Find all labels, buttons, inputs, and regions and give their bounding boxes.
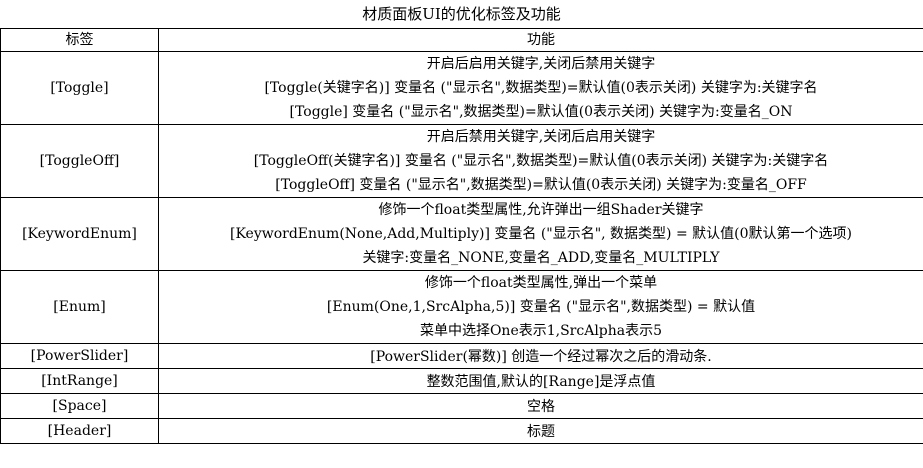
tag-cell: [ToggleOff] (0, 124, 159, 198)
function-line: [Enum(One,1,SrcAlpha,5)] 变量名 ("显示名",数据类型… (326, 299, 756, 315)
function-line: [ToggleOff] 变量名 ("显示名",数据类型)=默认值(0表示关闭) … (275, 177, 807, 193)
function-cell: 修饰一个float类型属性,允许弹出一组Shader关键字 [KeywordEn… (158, 197, 923, 271)
function-line: [ToggleOff(关键字名)] 变量名 ("显示名",数据类型)=默认值(0… (253, 153, 829, 169)
function-line: [KeywordEnum(None,Add,Multiply)] 变量名 ("显… (230, 226, 852, 242)
function-cell: 开启后禁用关键字,关闭后启用关键字 [ToggleOff(关键字名)] 变量名 … (158, 124, 923, 198)
function-cell: 空格 (158, 393, 923, 419)
tag-cell: [IntRange] (0, 368, 159, 394)
function-line: 修饰一个float类型属性,允许弹出一组Shader关键字 (378, 202, 704, 218)
function-line: [Toggle(关键字名)] 变量名 ("显示名",数据类型)=默认值(0表示关… (264, 80, 818, 96)
function-line: 开启后启用关键字,关闭后禁用关键字 (426, 56, 656, 72)
tag-cell: [Toggle] (0, 51, 159, 125)
table-row: [KeywordEnum] 修饰一个float类型属性,允许弹出一组Shader… (0, 197, 923, 271)
table-row: [ToggleOff] 开启后禁用关键字,关闭后启用关键字 [ToggleOff… (0, 124, 923, 198)
tag-cell: [KeywordEnum] (0, 197, 159, 271)
function-line: 关键字:变量名_NONE,变量名_ADD,变量名_MULTIPLY (362, 250, 720, 266)
function-line: [Toggle] 变量名 ("显示名",数据类型)=默认值(0表示关闭) 关键字… (289, 104, 793, 120)
tag-cell: [PowerSlider] (0, 343, 159, 369)
table-row: [Space] 空格 (0, 393, 923, 419)
function-cell: 开启后启用关键字,关闭后禁用关键字 [Toggle(关键字名)] 变量名 ("显… (158, 51, 923, 125)
table-row: [Header] 标题 (0, 418, 923, 444)
table-row: [Enum] 修饰一个float类型属性,弹出一个菜单 [Enum(One,1,… (0, 270, 923, 344)
table-title: 材质面板UI的优化标签及功能 (362, 5, 561, 23)
function-line: 修饰一个float类型属性,弹出一个菜单 (424, 275, 658, 291)
table-row: [IntRange] 整数范围值,默认的[Range]是浮点值 (0, 368, 923, 394)
function-cell: 修饰一个float类型属性,弹出一个菜单 [Enum(One,1,SrcAlph… (158, 270, 923, 344)
table-row: [Toggle] 开启后启用关键字,关闭后禁用关键字 [Toggle(关键字名)… (0, 51, 923, 125)
function-line: 菜单中选择One表示1,SrcAlpha表示5 (419, 323, 663, 339)
document-page: 材质面板UI的优化标签及功能 标签 功能 [Toggle] 开启后启用关键字,关… (0, 0, 923, 468)
column-header-tag: 标签 (0, 28, 159, 52)
table-row: [PowerSlider] [PowerSlider(幂数)] 创造一个经过幂次… (0, 343, 923, 369)
column-header-function: 功能 (158, 28, 923, 52)
function-cell: 整数范围值,默认的[Range]是浮点值 (158, 368, 923, 394)
tag-cell: [Header] (0, 418, 159, 444)
function-line: 开启后禁用关键字,关闭后启用关键字 (426, 129, 656, 145)
table-header-row: 标签 功能 (0, 28, 923, 52)
tag-cell: [Space] (0, 393, 159, 419)
function-cell: [PowerSlider(幂数)] 创造一个经过幂次之后的滑动条. (158, 343, 923, 369)
tags-table: 标签 功能 [Toggle] 开启后启用关键字,关闭后禁用关键字 [Toggle… (0, 28, 923, 444)
function-cell: 标题 (158, 418, 923, 444)
tag-cell: [Enum] (0, 270, 159, 344)
